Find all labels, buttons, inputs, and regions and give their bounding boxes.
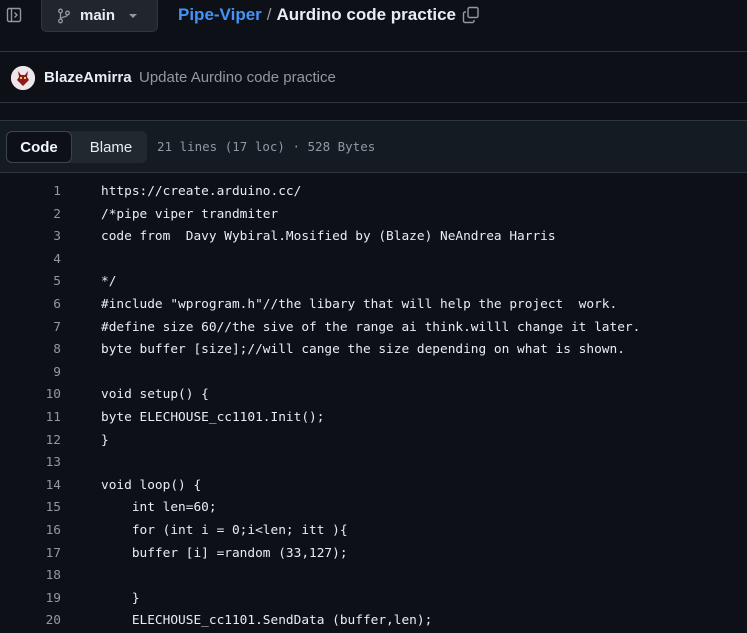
view-mode-toggle: Code Blame [6, 131, 147, 163]
line-content: */ [101, 274, 117, 290]
code-line: 3 code from Davy Wybiral.Mosified by (Bla… [0, 226, 747, 249]
code-line: 8 byte buffer [size];//will cange the siz… [0, 339, 747, 362]
line-number[interactable]: 14 [0, 475, 61, 498]
copy-icon[interactable] [462, 6, 480, 24]
code-line: 20 ELECHOUSE_cc1101.SendData (buffer,len… [0, 610, 747, 633]
code-line: 16 for (int i = 0;i<len; itt ){ [0, 520, 747, 543]
line-content: void loop() { [101, 477, 202, 493]
line-number[interactable]: 8 [0, 339, 61, 362]
branch-selector-button[interactable]: main [41, 0, 158, 32]
code-line: 18 [0, 565, 747, 588]
line-content: byte ELECHOUSE_cc1101.Init(); [101, 410, 325, 425]
file-info: 21 lines (17 loc) · 528 Bytes [157, 139, 376, 154]
code-line: 19 } [0, 588, 747, 611]
line-content: buffer [i] =random (33,127); [101, 545, 348, 561]
code-line: 12} [0, 430, 747, 453]
line-number[interactable]: 2 [0, 204, 61, 227]
line-content: ELECHOUSE_cc1101.SendData (buffer,len); [101, 613, 433, 629]
line-number[interactable]: 15 [0, 497, 61, 520]
line-content: #include "wprogram.h"//the libary that w… [101, 297, 618, 312]
avatar[interactable] [11, 66, 35, 90]
code-line: 9 [0, 362, 747, 385]
commit-author[interactable]: BlazeAmirra [44, 69, 132, 86]
line-number[interactable]: 11 [0, 407, 61, 430]
code-line: 4 [0, 249, 747, 272]
line-number[interactable]: 4 [0, 249, 61, 272]
code-line: 14 void loop() { [0, 475, 747, 498]
line-content: https://create.arduino.cc/ [101, 184, 302, 199]
line-number[interactable]: 10 [0, 384, 61, 407]
line-number[interactable]: 20 [0, 610, 61, 633]
code-line: 7 #define size 60//the sive of the range … [0, 317, 747, 340]
line-content: /*pipe viper trandmiter [101, 206, 279, 222]
code-line: 2 /*pipe viper trandmiter [0, 204, 747, 227]
line-number[interactable]: 9 [0, 362, 61, 385]
commit-message[interactable]: Update Aurdino code practice [139, 69, 336, 86]
code-line: 10 void setup() { [0, 384, 747, 407]
line-number[interactable]: 19 [0, 588, 61, 611]
line-number[interactable]: 13 [0, 452, 61, 475]
code-line: 11 byte ELECHOUSE_cc1101.Init(); [0, 407, 747, 430]
line-number[interactable]: 5 [0, 271, 61, 294]
line-number[interactable]: 1 [0, 181, 61, 204]
file-header: Code Blame 21 lines (17 loc) · 528 Bytes [0, 120, 747, 173]
line-content: byte buffer [size];//will cange the size… [101, 342, 625, 358]
latest-commit: BlazeAmirra Update Aurdino code practice [0, 52, 747, 102]
line-content: void setup() { [101, 387, 209, 403]
breadcrumb-separator: / [266, 5, 272, 24]
code-line: 15 int len=60; [0, 497, 747, 520]
code-line: 13 [0, 452, 747, 475]
code-line: 6 #include "wprogram.h"//the libary that … [0, 294, 747, 317]
chevron-down-icon [128, 13, 138, 19]
line-number[interactable]: 3 [0, 226, 61, 249]
breadcrumb: Pipe-Viper / Aurdino code practice [178, 5, 480, 25]
file-name: Aurdino code practice [276, 5, 456, 24]
line-number[interactable]: 16 [0, 520, 61, 543]
line-number[interactable]: 17 [0, 543, 61, 566]
line-content: } [101, 590, 140, 606]
line-content: code from Davy Wybiral.Mosified by (Blaz… [101, 229, 556, 245]
line-number[interactable]: 18 [0, 565, 61, 588]
divider [0, 102, 747, 103]
line-number[interactable]: 6 [0, 294, 61, 317]
sidebar-expand-icon[interactable] [4, 5, 24, 25]
line-content: } [101, 432, 109, 448]
file-topbar: main Pipe-Viper / Aurdino code practice [0, 0, 747, 34]
tab-blame[interactable]: Blame [78, 131, 144, 163]
git-branch-icon [57, 8, 71, 24]
line-number[interactable]: 7 [0, 317, 61, 340]
repo-link[interactable]: Pipe-Viper [178, 5, 262, 25]
line-content: for (int i = 0;i<len; itt ){ [101, 523, 348, 538]
line-number[interactable]: 12 [0, 430, 61, 453]
line-content: int len=60; [101, 500, 217, 516]
code-line: 17 buffer [i] =random (33,127); [0, 543, 747, 566]
tab-code[interactable]: Code [6, 131, 72, 163]
code-line: 1 https://create.arduino.cc/ [0, 181, 747, 204]
line-content: #define size 60//the sive of the range a… [101, 319, 641, 335]
branch-name: main [80, 7, 116, 24]
code-line: 5 */ [0, 271, 747, 294]
